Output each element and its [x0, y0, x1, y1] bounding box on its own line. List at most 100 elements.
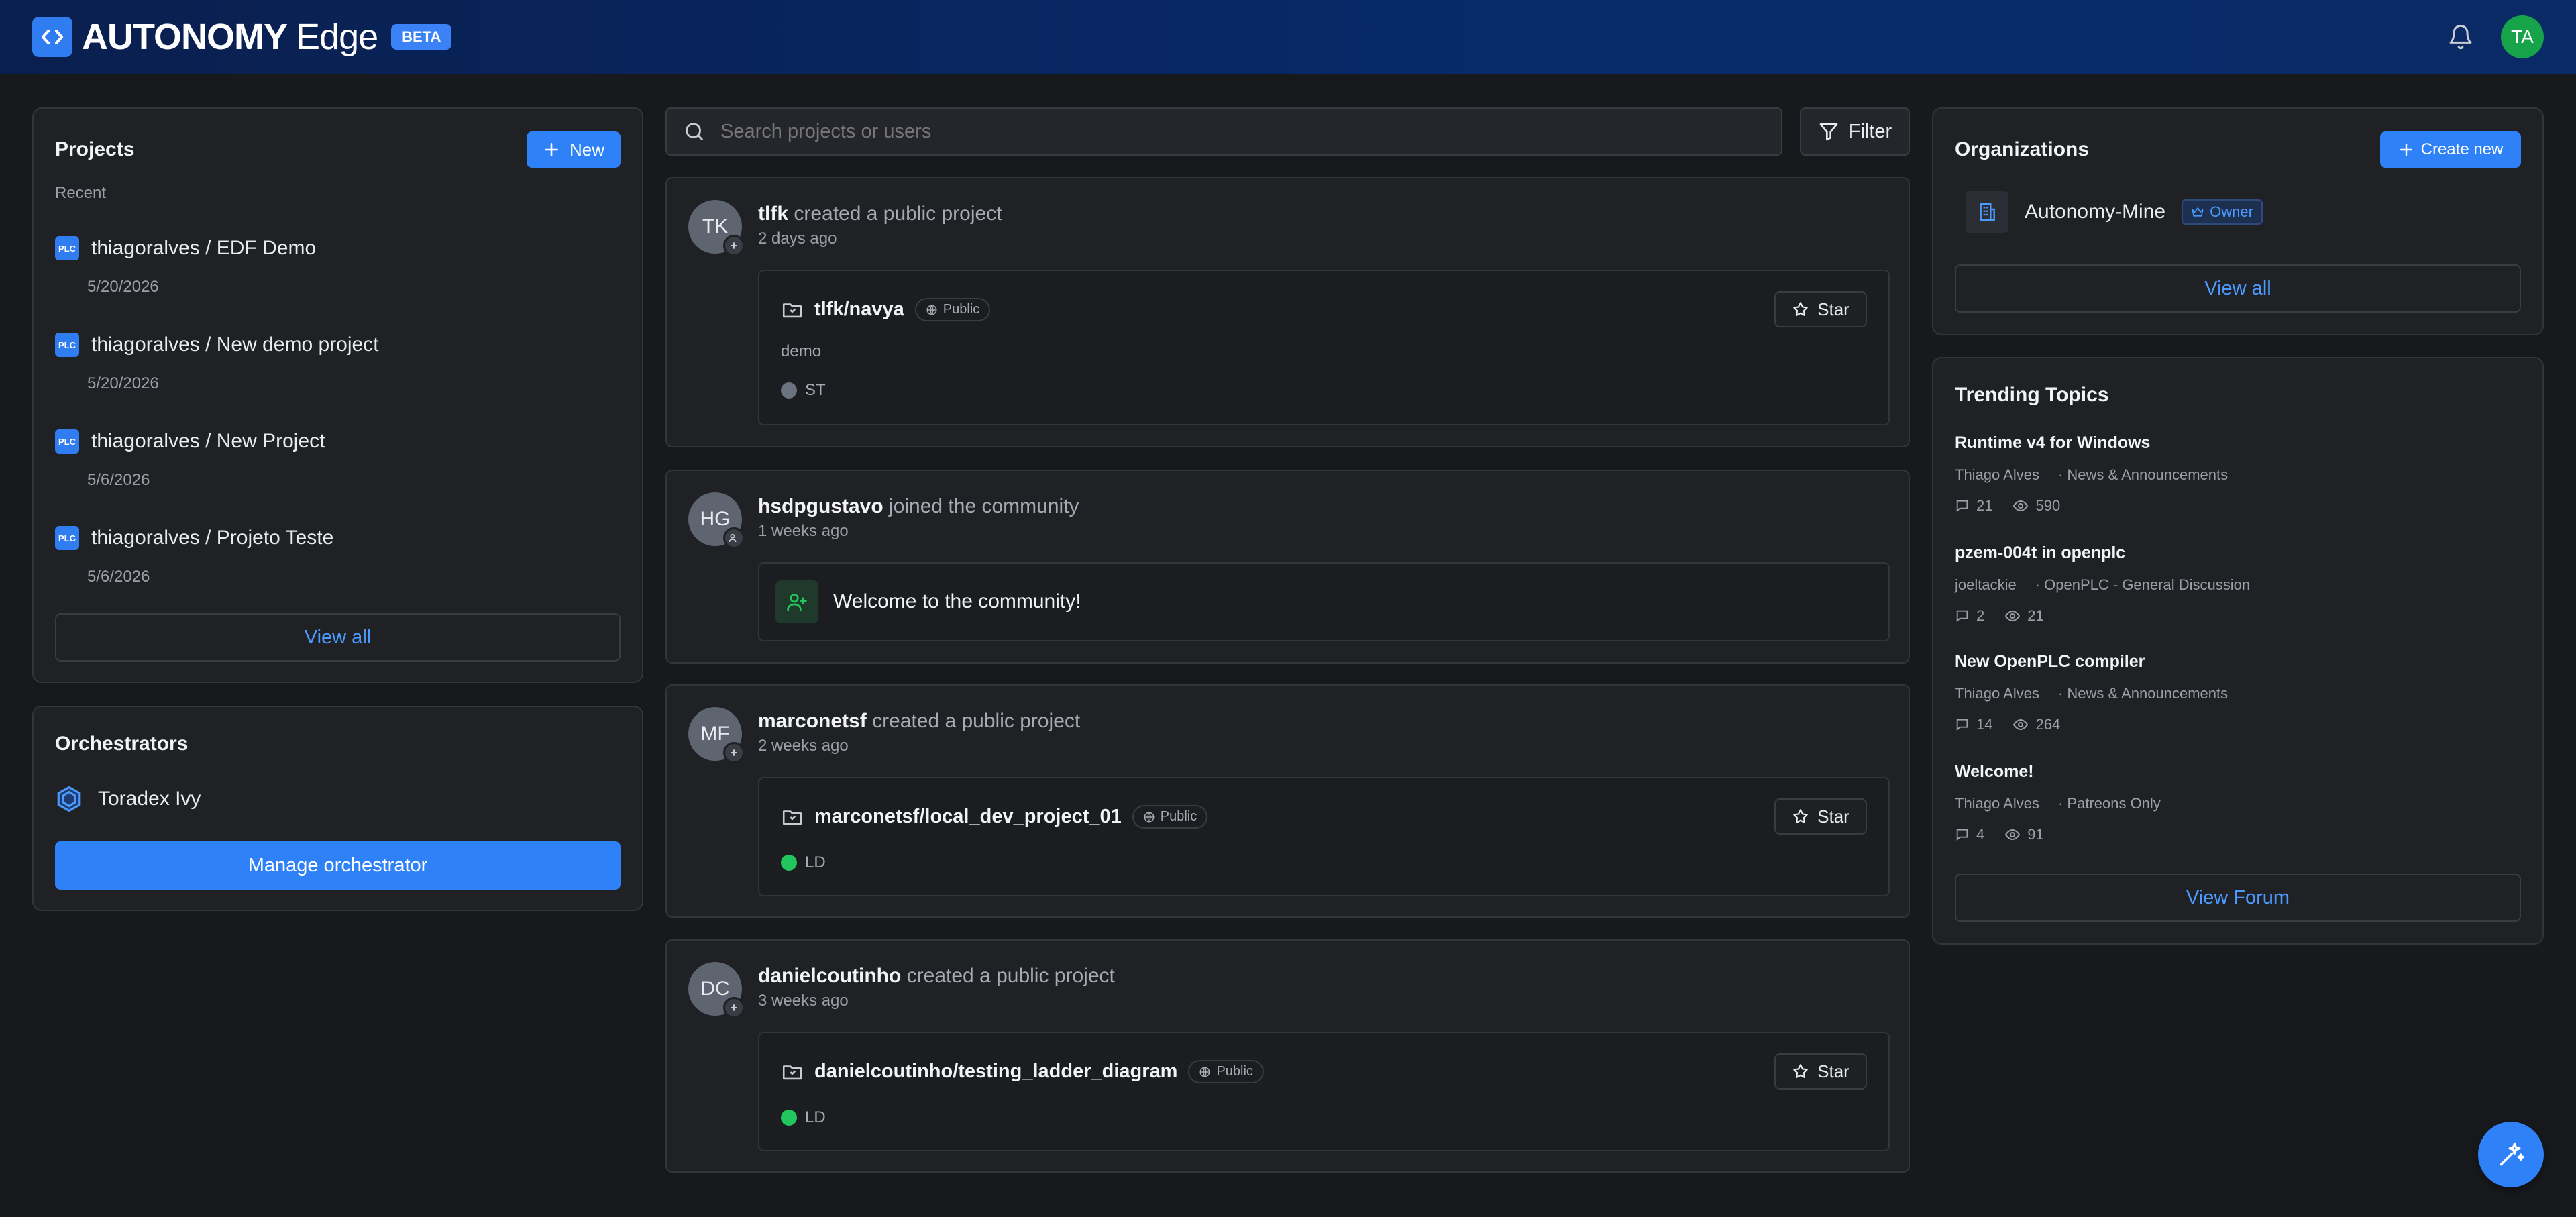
- feed-user[interactable]: hsdpgustavo: [758, 495, 883, 517]
- feed-time: 1 weeks ago: [758, 522, 849, 540]
- project-item[interactable]: PLC thiagoralves / New demo project 5/20/…: [55, 333, 379, 393]
- visibility-badge: Public: [914, 298, 991, 321]
- top-bar: AUTONOMY Edge BETA TA: [0, 0, 2576, 74]
- bell-icon[interactable]: [2447, 23, 2474, 50]
- globe-icon: [926, 305, 937, 315]
- globe-icon: [1144, 812, 1155, 822]
- user-avatar[interactable]: TA: [2501, 15, 2544, 58]
- search-bar[interactable]: [665, 107, 1782, 156]
- plc-icon: PLC: [55, 333, 79, 357]
- code-icon[interactable]: [32, 17, 72, 57]
- avatar[interactable]: DC: [688, 962, 745, 1018]
- project-item[interactable]: PLC thiagoralves / New Project 5/6/2026: [55, 429, 325, 490]
- repo-name[interactable]: tlfk/navya: [814, 299, 904, 321]
- visibility-badge: Public: [1188, 1060, 1264, 1083]
- new-project-button[interactable]: New: [527, 131, 621, 168]
- comment-icon: [1956, 500, 1968, 513]
- eye-icon: [2005, 829, 2021, 841]
- avatar[interactable]: HG: [688, 492, 745, 549]
- plc-icon: PLC: [55, 429, 79, 454]
- star-icon: [1793, 1064, 1808, 1078]
- orchestrators-card: Orchestrators Toradex Ivy Manage orchest…: [32, 706, 643, 911]
- topic-item[interactable]: New OpenPLC compiler Thiago Alves · News …: [1955, 652, 2228, 733]
- plc-icon: PLC: [55, 236, 79, 260]
- create-organization-button[interactable]: Create new: [2380, 131, 2521, 168]
- feed-time: 3 weeks ago: [758, 992, 849, 1010]
- repo-card[interactable]: tlfk/navya Public demo ST Star: [758, 270, 1890, 425]
- beta-badge: BETA: [391, 24, 452, 50]
- eye-icon: [2005, 610, 2021, 622]
- organization-name: Autonomy-Mine: [2025, 201, 2166, 223]
- trending-topics-card: Trending Topics Runtime v4 for Windows T…: [1932, 357, 2544, 945]
- manage-orchestrator-button[interactable]: Manage orchestrator: [55, 841, 621, 890]
- comment-icon: [1956, 610, 1968, 623]
- building-icon: [1966, 191, 2008, 233]
- comment-icon: [1956, 829, 1968, 841]
- topic-item[interactable]: pzem-004t in openplc joeltackie · OpenPLC…: [1955, 543, 2250, 625]
- organizations-view-all-button[interactable]: View all: [1955, 264, 2521, 313]
- repo-name[interactable]: danielcoutinho/testing_ladder_diagram: [814, 1061, 1177, 1083]
- organizations-card: Organizations Create new Autonomy-Mine O…: [1932, 107, 2544, 335]
- plus-icon: [723, 742, 745, 763]
- plc-icon: PLC: [55, 526, 79, 550]
- filter-icon: [1819, 123, 1838, 141]
- projects-card: Projects New Recent PLC thiagoralves / ED…: [32, 107, 643, 683]
- feed-user[interactable]: tlfk: [758, 203, 788, 225]
- star-button[interactable]: Star: [1774, 1053, 1867, 1090]
- feed-user[interactable]: danielcoutinho: [758, 965, 901, 987]
- star-button[interactable]: Star: [1774, 291, 1867, 327]
- eye-icon: [2013, 500, 2029, 512]
- plus-icon: [723, 997, 745, 1018]
- project-item[interactable]: PLC thiagoralves / Projeto Teste 5/6/2026: [55, 526, 333, 586]
- repo-name[interactable]: marconetsf/local_dev_project_01: [814, 806, 1122, 828]
- crown-icon: [2192, 207, 2204, 217]
- sparkle-wand-icon: [2500, 1142, 2524, 1166]
- globe-icon: [1199, 1067, 1210, 1077]
- filter-button[interactable]: Filter: [1800, 107, 1910, 156]
- project-item[interactable]: PLC thiagoralves / EDF Demo 5/20/2026: [55, 236, 316, 297]
- role-badge: Owner: [2182, 199, 2263, 225]
- avatar[interactable]: TK: [688, 200, 745, 256]
- feed-time: 2 weeks ago: [758, 737, 849, 755]
- trending-title: Trending Topics: [1955, 384, 2109, 406]
- welcome-card: Welcome to the community!: [758, 562, 1890, 641]
- feed-item: DC danielcoutinho created a public proje…: [665, 939, 1910, 1173]
- organization-item[interactable]: Autonomy-Mine Owner: [1966, 191, 2263, 233]
- feed-item: MF marconetsf created a public project 2…: [665, 684, 1910, 918]
- repo-icon: [782, 1065, 802, 1079]
- repo-card[interactable]: marconetsf/local_dev_project_01 Public L…: [758, 777, 1890, 896]
- repo-language: LD: [781, 853, 826, 872]
- eye-icon: [2013, 719, 2029, 731]
- view-forum-button[interactable]: View Forum: [1955, 874, 2521, 922]
- feed-item: HG hsdpgustavo joined the community 1 we…: [665, 470, 1910, 664]
- recent-label: Recent: [55, 184, 107, 202]
- avatar[interactable]: MF: [688, 707, 745, 763]
- repo-language: LD: [781, 1108, 826, 1127]
- repo-icon: [782, 303, 802, 317]
- comment-icon: [1956, 719, 1968, 731]
- visibility-badge: Public: [1132, 805, 1208, 829]
- feed-time: 2 days ago: [758, 229, 837, 248]
- feed-user[interactable]: marconetsf: [758, 710, 867, 732]
- search-icon: [686, 123, 703, 140]
- star-icon: [1793, 302, 1808, 316]
- orchestrators-title: Orchestrators: [55, 733, 189, 755]
- brand-logo[interactable]: AUTONOMY Edge: [82, 16, 378, 58]
- repo-card[interactable]: danielcoutinho/testing_ladder_diagram Pu…: [758, 1032, 1890, 1151]
- search-input[interactable]: [720, 120, 1727, 143]
- repo-language: ST: [781, 381, 826, 400]
- organizations-title: Organizations: [1955, 138, 2090, 160]
- welcome-message: Welcome to the community!: [833, 590, 1081, 613]
- ai-assistant-button[interactable]: [2478, 1122, 2544, 1187]
- orchestrator-item[interactable]: Toradex Ivy: [55, 785, 201, 813]
- repo-icon: [782, 810, 802, 825]
- user-plus-icon: [775, 580, 818, 623]
- topic-item[interactable]: Runtime v4 for Windows Thiago Alves · New…: [1955, 433, 2228, 515]
- star-button[interactable]: Star: [1774, 798, 1867, 835]
- feed-item: TK tlfk created a public project 2 days …: [665, 177, 1910, 447]
- user-plus-icon: [723, 527, 745, 549]
- projects-view-all-button[interactable]: View all: [55, 613, 621, 662]
- topic-item[interactable]: Welcome! Thiago Alves · Patreons Only 4 9…: [1955, 762, 2161, 843]
- plus-icon: [545, 143, 558, 156]
- hexagon-icon: [57, 786, 81, 812]
